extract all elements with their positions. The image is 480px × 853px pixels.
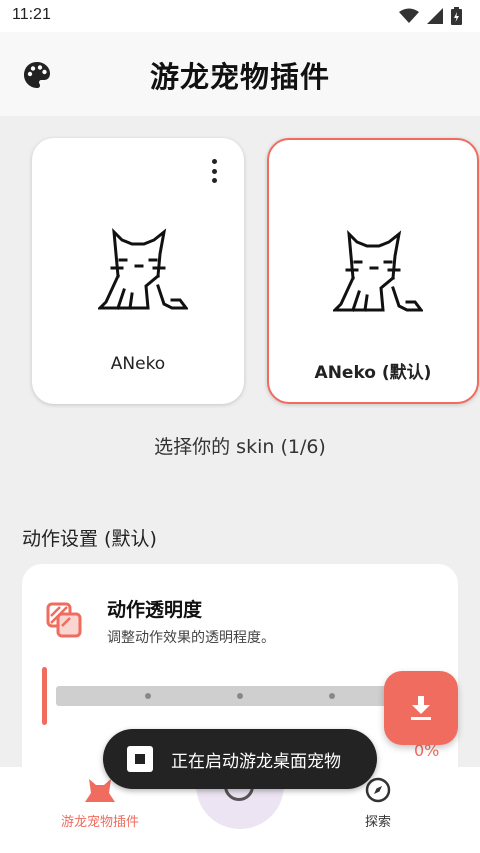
status-bar: 11:21 [0, 0, 480, 32]
battery-icon [451, 7, 462, 25]
skin-name: ANeko (默认) [314, 363, 432, 383]
app-icon [127, 746, 153, 772]
skin-card-aneko-default[interactable]: ANeko (默认) [267, 138, 479, 404]
nav-label: 探索 [364, 815, 391, 830]
app-bar: 游龙宠物插件 [0, 32, 480, 116]
cat-head-icon [85, 779, 115, 802]
skin-selection-caption: 选择你的 skin (1/6) [154, 436, 326, 458]
status-icons [399, 7, 462, 25]
download-icon [411, 696, 431, 720]
setting-description: 调整动作效果的透明程度。 [107, 630, 275, 646]
slider-tick [145, 693, 151, 699]
cat-sprite-icon [98, 228, 188, 310]
toast-text: 正在启动游龙桌面宠物 [171, 751, 341, 772]
cat-sprite-icon [333, 230, 423, 312]
skin-card-aneko[interactable]: ANeko [32, 138, 244, 404]
opacity-slider[interactable] [56, 686, 396, 706]
signal-icon [427, 8, 443, 24]
page-title: 游龙宠物插件 [149, 60, 330, 94]
slider-tick [237, 693, 243, 699]
section-title: 动作设置 (默认) [22, 528, 157, 550]
setting-title: 动作透明度 [107, 599, 203, 621]
nav-label: 游龙宠物插件 [60, 815, 139, 830]
skin-name: ANeko [110, 354, 166, 374]
wifi-icon [399, 8, 419, 23]
more-options-icon[interactable] [204, 158, 224, 184]
slider-tick [329, 693, 335, 699]
toast-message: 正在启动游龙桌面宠物 [103, 729, 377, 789]
download-button[interactable] [384, 671, 458, 745]
opacity-icon [46, 602, 82, 638]
status-time: 11:21 [12, 6, 51, 23]
compass-icon [365, 777, 391, 803]
slider-thumb[interactable] [42, 667, 47, 725]
